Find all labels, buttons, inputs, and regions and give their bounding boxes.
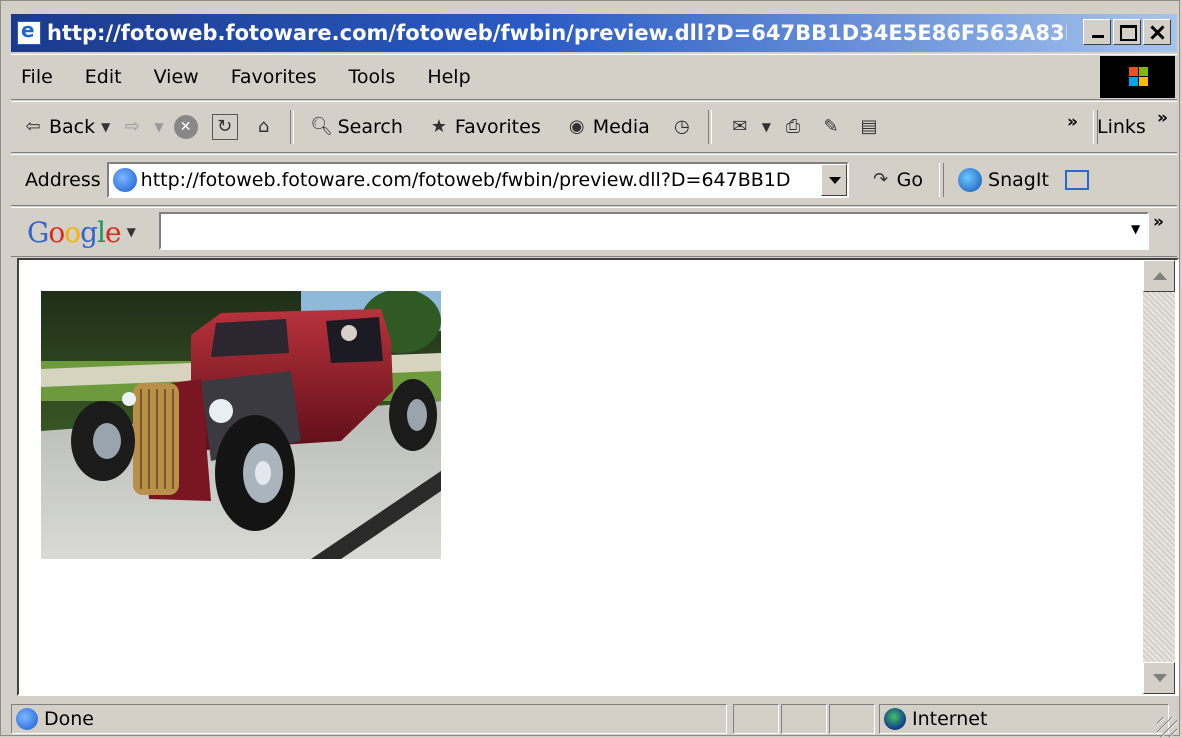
media-label: Media	[592, 116, 650, 138]
windows-logo-icon	[1100, 56, 1175, 98]
google-search-dropdown-icon[interactable]: ▼	[1131, 222, 1140, 236]
mail-button[interactable]: ✉ ▼	[728, 115, 771, 139]
links-chevron-icon[interactable]: »	[1157, 108, 1168, 128]
mail-dropdown-icon[interactable]: ▼	[762, 120, 771, 134]
google-letter: e	[105, 215, 122, 249]
scroll-down-button[interactable]	[1143, 662, 1175, 694]
status-bar: Done Internet	[11, 701, 1177, 737]
stop-button[interactable]: ✕	[173, 115, 202, 139]
google-menu-dropdown-icon[interactable]: ▼	[127, 225, 136, 239]
maximize-button[interactable]	[1113, 19, 1141, 45]
back-dropdown-icon[interactable]: ▼	[101, 120, 110, 134]
menu-favorites[interactable]: Favorites	[231, 66, 317, 88]
toolbar-chevron-icon[interactable]: »	[1067, 112, 1078, 132]
go-button[interactable]: ↷ Go	[869, 168, 923, 192]
forward-button[interactable]: ⇨ ▼	[120, 115, 164, 139]
refresh-icon: ↻	[211, 114, 238, 140]
status-text-cell: Done	[11, 704, 727, 734]
mail-icon: ✉	[732, 116, 748, 137]
home-button[interactable]: ⌂	[252, 115, 280, 139]
forward-arrow-icon: ⇨	[124, 116, 140, 137]
snagit-label: SnagIt	[988, 169, 1049, 191]
resize-grip-icon[interactable]	[1157, 717, 1177, 737]
forward-dropdown-icon[interactable]: ▼	[154, 120, 163, 134]
favorites-label: Favorites	[454, 116, 541, 138]
toolbar-grip	[939, 163, 945, 197]
search-label: Search	[337, 116, 403, 138]
google-search-input[interactable]	[159, 212, 1149, 250]
security-zone-cell[interactable]: Internet	[879, 704, 1169, 734]
print-button[interactable]: ⎙	[781, 115, 809, 139]
printer-icon: ⎙	[785, 116, 801, 137]
menu-edit[interactable]: Edit	[85, 66, 122, 88]
scroll-up-button[interactable]	[1143, 260, 1175, 292]
toolbar-separator	[289, 110, 294, 144]
page-done-icon	[16, 708, 38, 730]
discuss-button[interactable]: ▤	[857, 115, 885, 139]
media-button[interactable]: ◉ Media	[565, 115, 650, 139]
menu-file[interactable]: File	[21, 66, 53, 88]
address-input[interactable]: http://fotoweb.fotoware.com/fotoweb/fwbi…	[141, 169, 811, 191]
menu-help[interactable]: Help	[427, 66, 470, 88]
stop-icon: ✕	[173, 115, 198, 139]
search-button[interactable]: 🔍︎ Search	[310, 115, 403, 139]
history-button[interactable]: ◷	[670, 115, 698, 139]
favorites-icon: ★	[430, 116, 447, 137]
google-logo[interactable]: Google	[27, 215, 122, 249]
window-capture-icon	[1064, 170, 1089, 190]
address-dropdown-button[interactable]	[820, 164, 847, 196]
vertical-scrollbar[interactable]	[1143, 260, 1175, 694]
google-letter: o	[48, 215, 65, 249]
status-pane	[733, 704, 779, 734]
document-icon: ▤	[860, 116, 878, 137]
google-chevron-icon[interactable]: »	[1153, 212, 1164, 232]
close-button[interactable]	[1143, 19, 1171, 45]
page-content	[17, 258, 1179, 696]
google-letter: G	[27, 215, 49, 249]
browser-window: http://fotoweb.fotoware.com/fotoweb/fwbi…	[0, 0, 1180, 737]
back-button[interactable]: ⇦ Back ▼	[21, 115, 110, 139]
zone-text: Internet	[912, 708, 988, 730]
links-button[interactable]: Links	[1097, 116, 1146, 138]
go-label: Go	[896, 169, 924, 191]
edit-icon: ✎	[823, 116, 839, 137]
address-bar: Address http://fotoweb.fotoware.com/foto…	[11, 154, 1177, 206]
history-icon: ◷	[673, 116, 690, 137]
status-pane	[781, 704, 827, 734]
snagit-icon	[958, 168, 983, 192]
address-field[interactable]: http://fotoweb.fotoware.com/fotoweb/fwbi…	[106, 162, 849, 198]
menu-view[interactable]: View	[154, 66, 199, 88]
search-icon: 🔍︎	[310, 116, 334, 137]
google-letter: o	[64, 215, 81, 249]
hot-rod-photo	[41, 291, 441, 559]
menu-bar: File Edit View Favorites Tools Help	[11, 54, 1177, 100]
minimize-button[interactable]	[1083, 19, 1111, 45]
snagit-button[interactable]: SnagIt	[958, 168, 1049, 192]
google-toolbar: Google ▼ ▼ »	[11, 207, 1177, 257]
refresh-button[interactable]: ↻	[211, 114, 242, 140]
google-letter: g	[80, 215, 98, 249]
go-arrow-icon: ↷	[873, 169, 889, 190]
edit-button[interactable]: ✎	[819, 115, 847, 139]
standard-toolbar: ⇦ Back ▼ ⇨ ▼ ✕ ↻ ⌂ 🔍︎ Search ★ Favorites…	[11, 101, 1177, 153]
globe-icon	[884, 708, 906, 730]
toolbar-separator	[707, 110, 712, 144]
snagit-window-button[interactable]	[1064, 170, 1093, 190]
status-pane	[829, 704, 875, 734]
status-text: Done	[44, 708, 94, 730]
home-icon: ⌂	[257, 116, 270, 137]
favorites-button[interactable]: ★ Favorites	[427, 115, 541, 139]
back-arrow-icon: ⇦	[25, 116, 41, 137]
title-bar[interactable]: http://fotoweb.fotoware.com/fotoweb/fwbi…	[11, 14, 1177, 52]
menu-tools[interactable]: Tools	[349, 66, 396, 88]
google-letter: l	[97, 215, 106, 249]
window-title: http://fotoweb.fotoware.com/fotoweb/fwbi…	[47, 21, 1067, 45]
ie-icon	[17, 18, 41, 45]
back-label: Back	[49, 116, 96, 138]
address-label: Address	[25, 169, 101, 191]
page-icon	[112, 168, 137, 192]
media-icon: ◉	[568, 116, 585, 137]
